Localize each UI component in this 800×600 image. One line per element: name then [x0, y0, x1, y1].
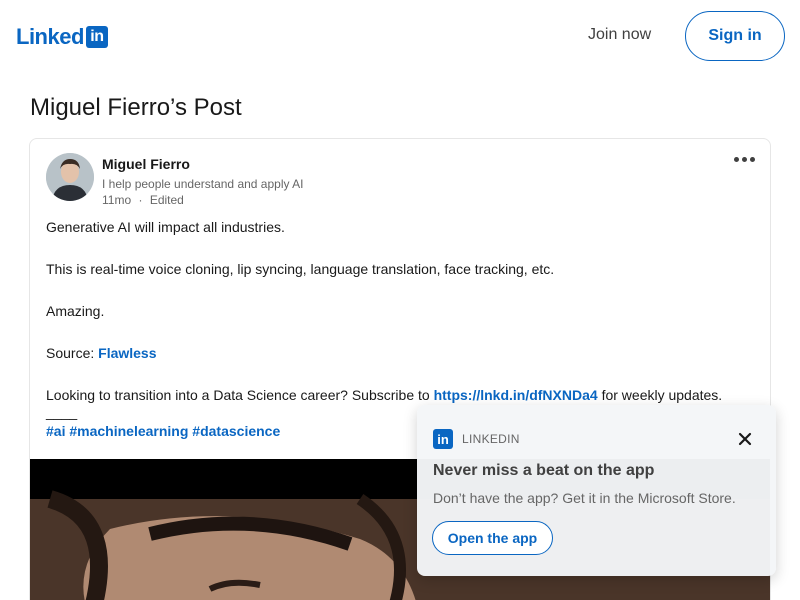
logo-in-box: in — [85, 26, 108, 48]
popup-text: Don’t have the app? Get it in the Micros… — [433, 490, 736, 506]
hashtag-datascience[interactable]: #datascience — [192, 423, 280, 439]
source-line: Source: Flawless — [46, 343, 756, 364]
avatar[interactable] — [46, 153, 94, 201]
close-icon[interactable] — [735, 429, 755, 449]
popup-brand: LINKEDIN — [462, 432, 520, 446]
sign-in-button[interactable]: Sign in — [685, 11, 785, 61]
top-nav: Linked in Join now Sign in — [0, 0, 800, 72]
post-line: Generative AI will impact all industries… — [46, 219, 285, 235]
subscribe-link[interactable]: https://lnkd.in/dfNXNDa4 — [434, 387, 598, 403]
source-link[interactable]: Flawless — [98, 345, 156, 361]
author-tagline: I help people understand and apply AI — [102, 177, 304, 191]
linkedin-icon: in — [433, 429, 453, 449]
meta-separator: · — [138, 193, 143, 207]
edited-label: Edited — [149, 193, 184, 207]
linkedin-logo[interactable]: Linked in — [16, 24, 108, 50]
source-label: Source: — [46, 345, 99, 361]
post-meta: 11mo · Edited — [102, 193, 184, 207]
author-name[interactable]: Miguel Fierro — [102, 156, 190, 172]
hashtag-machinelearning[interactable]: #machinelearning — [69, 423, 188, 439]
cta-suffix: for weekly updates. — [597, 387, 723, 403]
post-age: 11mo — [102, 193, 132, 207]
post-line: Amazing. — [46, 303, 105, 319]
open-app-button[interactable]: Open the app — [432, 521, 553, 555]
more-options-icon[interactable] — [732, 149, 756, 169]
cta-prefix: Looking to transition into a Data Scienc… — [46, 387, 434, 403]
cta-line: Looking to transition into a Data Scienc… — [46, 385, 756, 406]
hashtag-ai[interactable]: #ai — [46, 423, 65, 439]
join-now-link[interactable]: Join now — [580, 24, 659, 46]
post-line: This is real-time voice cloning, lip syn… — [46, 261, 555, 277]
popup-title: Never miss a beat on the app — [433, 462, 655, 479]
page-title: Miguel Fierro’s Post — [30, 94, 242, 121]
app-promo-popup: in LINKEDIN Never miss a beat on the app… — [417, 405, 776, 576]
avatar-portrait-icon — [46, 153, 94, 201]
logo-text: Linked — [16, 24, 84, 49]
